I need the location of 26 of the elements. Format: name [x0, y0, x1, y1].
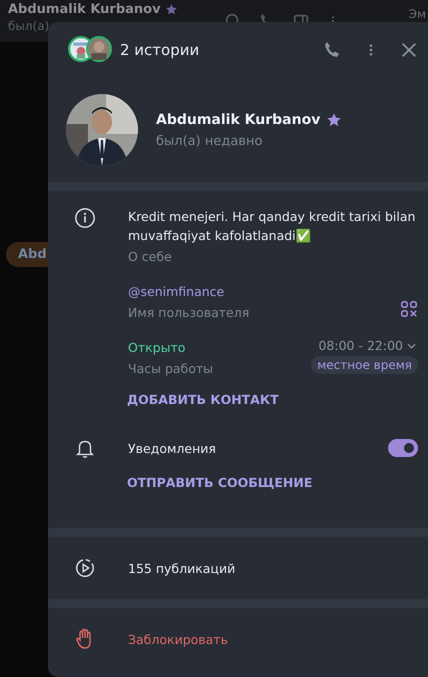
send-message-button[interactable]: ОТПРАВИТЬ СООБЩЕНИЕ [48, 475, 312, 490]
bio-label: О себе [128, 249, 173, 264]
dialog-title: 2 истории [120, 41, 200, 59]
phone-icon[interactable] [322, 40, 342, 60]
hours-status: Открыто [128, 339, 186, 357]
notifications-toggle[interactable] [388, 439, 418, 457]
username-label: Имя пользователя [128, 305, 250, 320]
bio-text: Kredit menejeri. Har qanday kredit tarixi bilan muvaffaqiyat kafolatlanadi✅ [128, 208, 416, 245]
profile-name: Abdumalik Kurbanov [156, 112, 320, 128]
hours-text[interactable]: 08:00 - 22:00 [318, 338, 403, 353]
chat-status: был(а) [8, 19, 50, 33]
info-icon [72, 207, 98, 229]
stories-avatars[interactable] [68, 36, 112, 64]
local-time-badge[interactable]: местное время [311, 356, 418, 374]
username-link[interactable]: @senimfinance [128, 282, 400, 301]
qr-code-icon[interactable] [400, 300, 418, 318]
chat-header-text: Эм [408, 7, 427, 21]
chat-title: Abdumalik Kurbanov [8, 2, 161, 17]
close-icon[interactable] [400, 41, 418, 59]
add-contact-button[interactable]: ДОБАВИТЬ КОНТАКТ [48, 392, 279, 407]
notifications-label: Уведомления [128, 440, 217, 458]
chevron-icon[interactable] [407, 342, 416, 348]
block-button[interactable]: Заблокировать [128, 630, 228, 648]
publications-count[interactable]: 155 публикаций [128, 558, 236, 578]
profile-status: был(а) недавно [156, 134, 264, 148]
hours-label: Часы работы [128, 361, 214, 376]
